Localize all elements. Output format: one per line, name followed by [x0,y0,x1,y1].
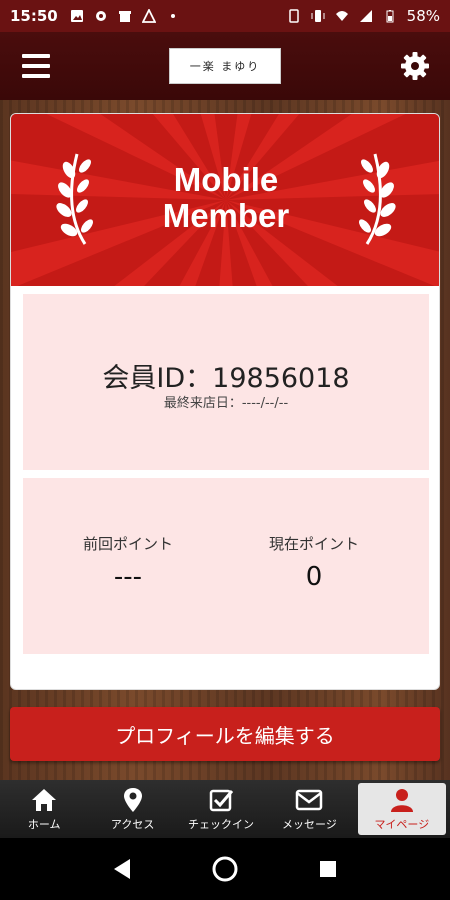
battery-percent: 58% [406,7,440,25]
current-points-label: 現在ポイント [268,535,359,553]
current-points-value: 0 [305,562,323,592]
member-id: 会員ID：19856018 [102,363,350,394]
points-panel: 前回ポイント --- 現在ポイント 0 [23,478,429,654]
last-visit-date: 最終来店日：----/--/-- [163,396,289,411]
dot-icon [170,14,175,18]
mail-icon [296,789,323,810]
bottom-tab-bar: ホーム アクセス チェックイン メッセージ マイページ [0,780,450,838]
current-points: 現在ポイント 0 [229,533,399,592]
edit-profile-button[interactable]: プロフィールを編集する [10,707,440,761]
shop-logo: 一楽 まゆり [169,48,281,84]
user-icon [390,788,413,812]
phone-rotate-icon [288,9,299,23]
previous-points-value: --- [113,562,143,592]
status-bar: 15:50 58% [0,0,450,32]
gear-icon[interactable] [400,51,430,81]
laurel-right-icon [359,153,396,245]
previous-points-label: 前回ポイント [82,535,173,553]
vibrate-icon [311,10,325,22]
member-id-panel: 会員ID：19856018 最終来店日：----/--/-- [23,294,429,470]
signal-icon [359,10,372,22]
home-icon [32,788,57,811]
member-card: Mobile Member 会員ID：19856018 最終来店日：----/-… [10,113,440,690]
tab-access[interactable]: アクセス [88,780,176,838]
tab-checkin[interactable]: チェックイン [177,780,265,838]
store-notification-icon [118,11,131,22]
tab-mypage[interactable]: マイページ [357,783,447,835]
previous-points: 前回ポイント --- [43,533,213,592]
back-button[interactable] [107,854,137,884]
menu-button[interactable] [22,54,50,78]
system-nav-bar [0,838,450,900]
map-pin-icon [123,787,142,812]
tab-message[interactable]: メッセージ [265,780,353,838]
settings-notification-icon [95,11,106,21]
home-button[interactable] [210,854,240,884]
mobile-member-banner: Mobile Member [11,114,439,286]
home-circle-icon [212,856,238,882]
triangle-notification-icon [141,9,156,23]
back-triangle-icon [113,859,130,879]
image-notification-icon [70,10,83,22]
app-header: 一楽 まゆり [0,32,450,100]
recents-button[interactable] [313,854,343,884]
battery-icon [386,10,394,23]
status-time: 15:50 [10,7,58,25]
recents-square-icon [320,861,337,877]
wifi-icon [335,11,348,21]
tab-home[interactable]: ホーム [0,780,88,838]
checkin-icon [209,789,234,811]
